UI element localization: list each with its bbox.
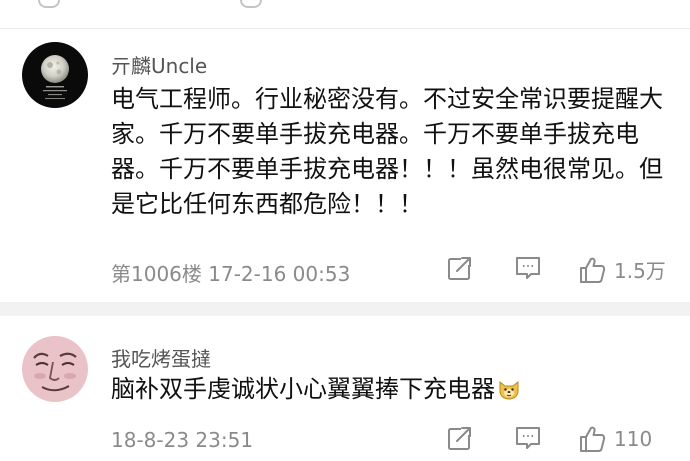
action-icon-fragment [240, 0, 262, 8]
comment-meta: 第1006楼 17-2-16 00:53 [111, 262, 351, 286]
comment-item: 亓麟Uncle 电气工程师。行业秘密没有。不过安全常识要提醒大家。千万不要单手拔… [0, 28, 690, 306]
moon-icon [22, 42, 88, 108]
like-button[interactable]: 110 [578, 425, 652, 453]
section-divider [0, 302, 690, 316]
avatar[interactable] [22, 42, 88, 108]
share-icon [448, 426, 472, 450]
username[interactable]: 亓麟Uncle [111, 50, 207, 79]
previous-item-remnant [0, 0, 690, 29]
thumbs-up-icon [580, 426, 606, 452]
reply-button[interactable] [514, 255, 542, 281]
username[interactable]: 我吃烤蛋撻 [111, 343, 211, 372]
comment-icon [516, 427, 540, 449]
doge-emoji-icon [497, 376, 521, 411]
avatar[interactable] [22, 336, 88, 402]
comment-text: 电气工程师。行业秘密没有。不过安全常识要提醒大家。千万不要单手拔充电器。千万不要… [111, 85, 663, 218]
comment-icon [516, 257, 540, 279]
action-icon-fragment [38, 0, 60, 8]
thumbs-up-icon [580, 257, 606, 283]
comment-item: 我吃烤蛋撻 脑补双手虔诚状小心翼翼捧下充电器 18-8-23 23:51 110 [0, 316, 690, 461]
share-button[interactable] [447, 425, 473, 451]
share-button[interactable] [447, 255, 473, 281]
face-icon [22, 336, 88, 402]
comment-list: 亓麟Uncle 电气工程师。行业秘密没有。不过安全常识要提醒大家。千万不要单手拔… [0, 0, 690, 461]
comment-text: 脑补双手虔诚状小心翼翼捧下充电器 [111, 372, 671, 411]
comment-text-body: 脑补双手虔诚状小心翼翼捧下充电器 [111, 375, 495, 403]
like-count: 110 [614, 427, 653, 451]
comment-meta: 18-8-23 23:51 [111, 428, 254, 452]
like-button[interactable]: 1.5万 [578, 255, 666, 284]
share-icon [448, 256, 472, 280]
like-count: 1.5万 [614, 259, 666, 283]
reply-button[interactable] [514, 425, 542, 451]
